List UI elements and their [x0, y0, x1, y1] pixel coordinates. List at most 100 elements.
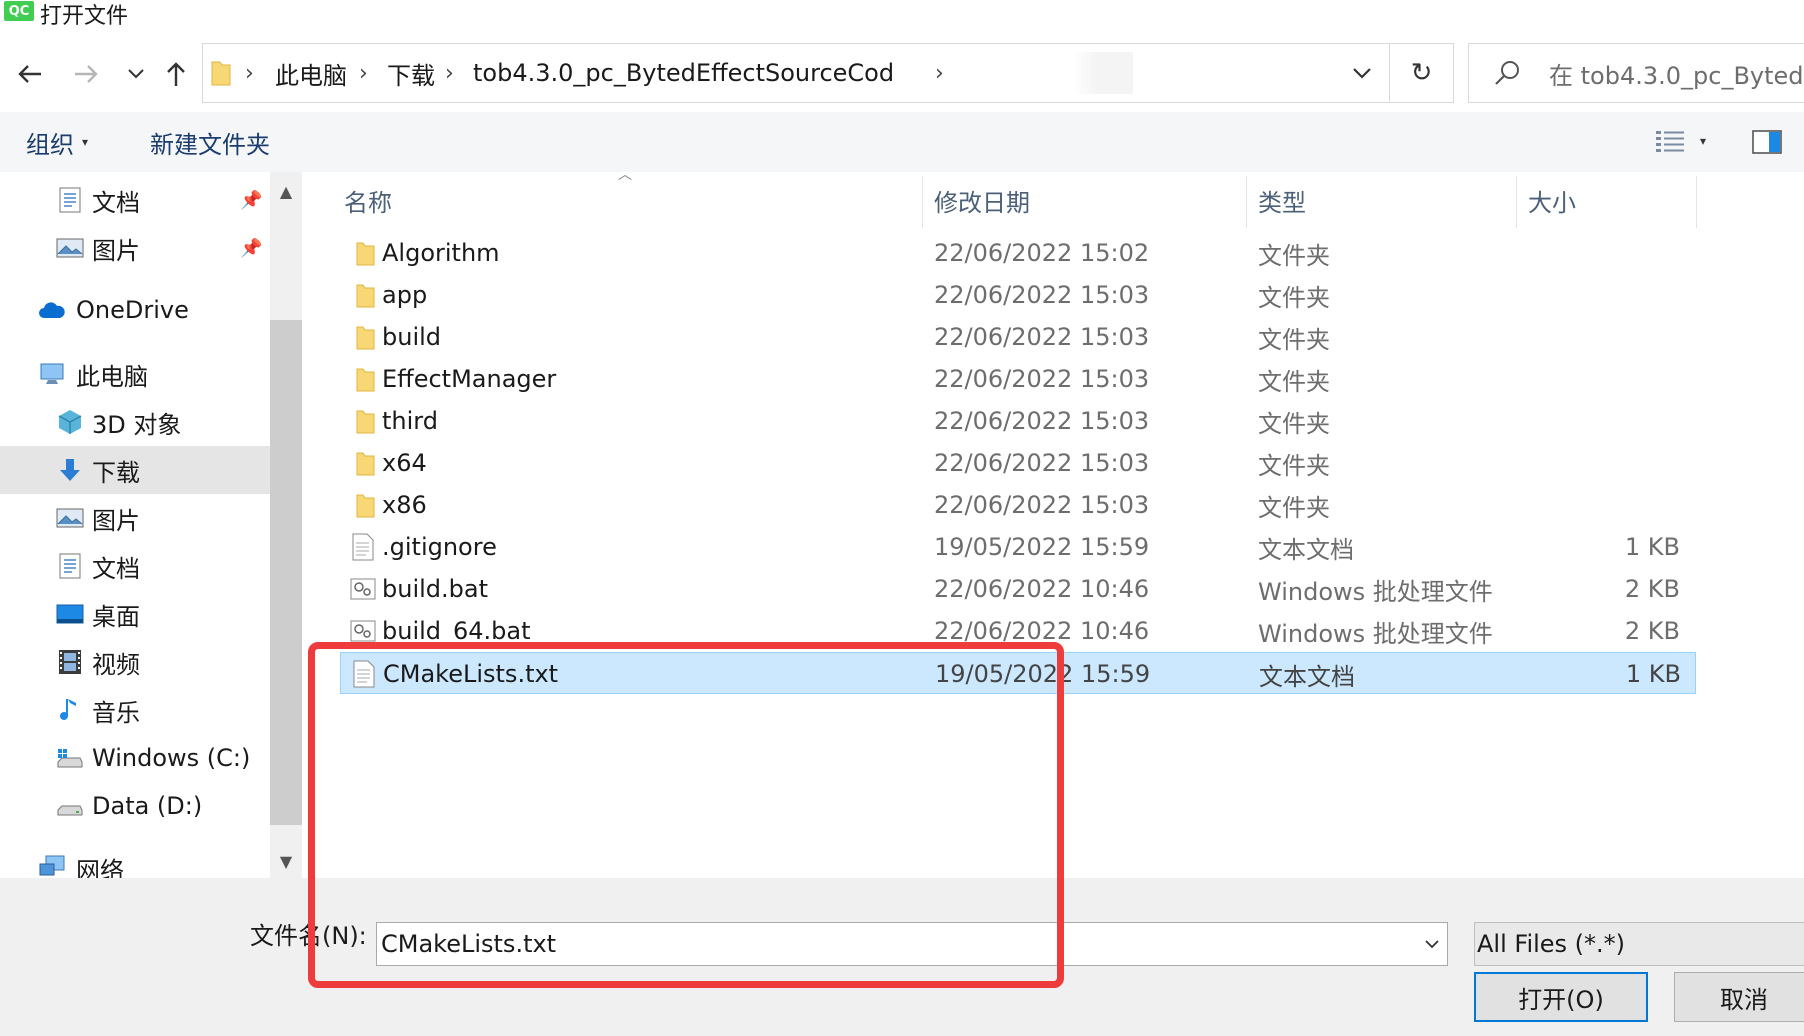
file-row[interactable]: Algorithm 22/06/2022 15:02 文件夹	[340, 232, 1696, 274]
up-button[interactable]	[158, 56, 194, 92]
new-folder-button[interactable]: 新建文件夹	[150, 112, 270, 172]
cube-icon	[58, 410, 82, 434]
breadcrumb-chevron-icon[interactable]: ›	[445, 44, 454, 102]
computer-icon	[40, 363, 64, 384]
file-row-selected[interactable]: CMakeLists.txt 19/05/2022 15:59 文本文档 1 KB	[340, 652, 1696, 694]
column-header-type[interactable]: 类型	[1258, 172, 1306, 228]
column-header-size[interactable]: 大小	[1528, 172, 1576, 228]
view-options-button[interactable]	[1656, 130, 1686, 158]
sidebar-item-desktop[interactable]: 桌面	[0, 590, 270, 638]
column-header-name[interactable]: 名称	[344, 172, 392, 228]
dialog-footer: 文件名(N): CMakeLists.txt All Files (*.*) 打…	[0, 878, 1804, 1036]
desktop-icon	[56, 604, 84, 624]
sidebar-item-this-pc[interactable]: 此电脑	[0, 350, 270, 398]
sidebar-item-drive-c[interactable]: Windows (C:)	[0, 734, 270, 782]
sidebar-item-label: 网络	[76, 856, 124, 879]
arrow-right-icon	[75, 65, 98, 83]
sidebar-item-network[interactable]: 网络	[0, 844, 270, 878]
open-button[interactable]: 打开(O)	[1474, 972, 1648, 1022]
file-type: 文件夹	[1258, 493, 1330, 522]
breadcrumb-current-folder[interactable]: tob4.3.0_pc_BytedEffectSourceCod	[473, 44, 894, 102]
forward-button[interactable]	[68, 56, 104, 92]
batch-file-icon	[350, 578, 376, 600]
sidebar-item-downloads[interactable]: 下载	[0, 446, 270, 494]
scroll-up-arrow-icon[interactable]: ▲	[270, 176, 302, 206]
column-divider[interactable]	[1516, 176, 1517, 228]
file-modified-date: 19/05/2022 15:59	[934, 533, 1150, 561]
music-icon	[60, 699, 76, 720]
address-bar[interactable]: › 此电脑 › 下载 › tob4.3.0_pc_BytedEffectSour…	[202, 43, 1390, 103]
file-row[interactable]: build.bat 22/06/2022 10:46 Windows 批处理文件 2 …	[340, 568, 1696, 610]
column-divider[interactable]	[1246, 176, 1247, 228]
back-button[interactable]	[12, 56, 48, 92]
file-type: 文件夹	[1258, 367, 1330, 396]
sidebar-item-label: 视频	[92, 650, 140, 679]
folder-icon	[211, 61, 231, 86]
breadcrumb-chevron-icon[interactable]: ›	[245, 44, 254, 102]
scroll-down-arrow-icon[interactable]: ▼	[270, 846, 302, 876]
search-box[interactable]: 在 tob4.3.0_pc_BytedEf	[1468, 43, 1804, 103]
file-type-filter-select[interactable]: All Files (*.*)	[1474, 922, 1804, 966]
file-name: EffectManager	[382, 365, 557, 393]
column-header-date[interactable]: 修改日期	[934, 172, 1030, 228]
cancel-button[interactable]: 取消	[1674, 972, 1804, 1022]
search-input[interactable]: 在 tob4.3.0_pc_BytedEf	[1549, 44, 1804, 102]
preview-pane-button[interactable]	[1752, 130, 1782, 158]
file-row[interactable]: build_64.bat 22/06/2022 10:46 Windows 批处理文…	[340, 610, 1696, 652]
sidebar-scrollbar-thumb[interactable]	[270, 320, 302, 825]
file-row[interactable]: third 22/06/2022 15:03 文件夹	[340, 400, 1696, 442]
text-file-icon	[353, 660, 375, 688]
column-divider[interactable]	[922, 176, 923, 228]
file-row[interactable]: x86 22/06/2022 15:03 文件夹	[340, 484, 1696, 526]
batch-file-icon	[350, 620, 376, 642]
sidebar-item-pictures[interactable]: 图片	[0, 494, 270, 542]
breadcrumb-this-pc[interactable]: 此电脑	[275, 44, 347, 102]
file-size: 1 KB	[1625, 660, 1681, 688]
pin-icon[interactable]: 📌	[240, 238, 262, 259]
sidebar-item-label: Windows (C:)	[92, 744, 251, 772]
file-row[interactable]: app 22/06/2022 15:03 文件夹	[340, 274, 1696, 316]
file-row[interactable]: .gitignore 19/05/2022 15:59 文本文档 1 KB	[340, 526, 1696, 568]
arrow-up-icon	[167, 62, 185, 86]
file-row[interactable]: x64 22/06/2022 15:03 文件夹	[340, 442, 1696, 484]
sidebar-item-pictures-quick[interactable]: 图片 📌	[0, 224, 270, 272]
breadcrumb-downloads[interactable]: 下载	[387, 44, 435, 102]
chevron-down-icon	[1353, 67, 1371, 79]
chevron-down-icon[interactable]	[1423, 931, 1441, 957]
preview-pane-icon	[1752, 130, 1782, 154]
sidebar-item-documents-quick[interactable]: 文档 📌	[0, 176, 270, 224]
network-icon	[39, 855, 65, 876]
recent-locations-button[interactable]	[118, 56, 154, 92]
cloud-icon	[39, 302, 65, 318]
file-modified-date: 22/06/2022 15:03	[934, 491, 1150, 519]
organize-menu-button[interactable]: 组织 ▾	[26, 112, 88, 172]
file-row[interactable]: build 22/06/2022 15:03 文件夹	[340, 316, 1696, 358]
file-modified-date: 22/06/2022 10:46	[934, 575, 1150, 603]
breadcrumb-chevron-icon[interactable]: ›	[359, 44, 368, 102]
file-row[interactable]: EffectManager 22/06/2022 15:03 文件夹	[340, 358, 1696, 400]
pin-icon[interactable]: 📌	[240, 190, 262, 211]
sidebar-item-3d-objects[interactable]: 3D 对象	[0, 398, 270, 446]
address-history-dropdown[interactable]	[1337, 44, 1387, 102]
view-options-caret-icon[interactable]: ▾	[1700, 134, 1706, 148]
column-divider[interactable]	[1696, 176, 1697, 228]
file-modified-date: 19/05/2022 15:59	[935, 660, 1151, 688]
navigation-bar: › 此电脑 › 下载 › tob4.3.0_pc_BytedEffectSour…	[0, 38, 1804, 106]
file-type: 文件夹	[1258, 241, 1330, 270]
file-size: 2 KB	[1624, 617, 1680, 645]
refresh-button[interactable]: ↻	[1390, 43, 1454, 103]
sidebar-item-drive-d[interactable]: Data (D:)	[0, 782, 270, 830]
file-modified-date: 22/06/2022 15:02	[934, 239, 1150, 267]
filename-input[interactable]: CMakeLists.txt	[376, 922, 1448, 966]
sidebar-item-documents[interactable]: 文档	[0, 542, 270, 590]
file-name: CMakeLists.txt	[383, 660, 559, 688]
folder-icon	[356, 452, 375, 476]
sidebar-item-label: 文档	[92, 554, 140, 583]
breadcrumb-chevron-icon[interactable]: ›	[935, 44, 944, 102]
picture-icon	[56, 238, 84, 258]
folder-icon	[356, 284, 375, 308]
sidebar-item-onedrive[interactable]: OneDrive	[0, 286, 270, 334]
sidebar-item-music[interactable]: 音乐	[0, 686, 270, 734]
file-size	[1530, 274, 1680, 316]
sidebar-item-videos[interactable]: 视频	[0, 638, 270, 686]
